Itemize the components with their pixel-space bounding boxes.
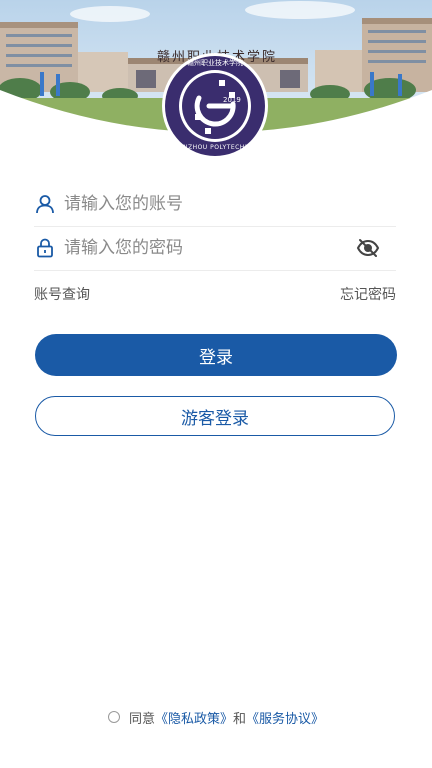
- service-agreement-link[interactable]: 《服务协议》: [246, 708, 324, 727]
- password-input[interactable]: [64, 233, 354, 263]
- password-field: [34, 226, 396, 271]
- account-field: [34, 182, 396, 227]
- and-label: 和: [233, 711, 247, 727]
- account-links-row: 账号查询 忘记密码: [34, 283, 396, 305]
- user-icon: [34, 193, 56, 215]
- guest-login-button[interactable]: 游客登录: [35, 396, 395, 436]
- agreement-row: 同意 《隐私政策》 和 《服务协议》: [0, 706, 432, 728]
- account-lookup-link[interactable]: 账号查询: [34, 284, 90, 304]
- eye-off-icon[interactable]: [354, 236, 382, 260]
- login-button[interactable]: 登录: [35, 334, 397, 376]
- privacy-policy-link[interactable]: 《隐私政策》: [155, 708, 233, 727]
- agree-radio[interactable]: [107, 711, 120, 723]
- forgot-password-link[interactable]: 忘记密码: [340, 284, 396, 304]
- college-logo: 2019 GANZHOU POLYTECHNIC 赣州职业技术学院: [161, 52, 269, 160]
- lock-icon: [34, 237, 56, 259]
- logo-inner-text: 赣州职业技术学院: [187, 59, 243, 67]
- agree-label: 同意: [128, 711, 155, 727]
- logo-year: 2019: [223, 96, 241, 104]
- account-input[interactable]: [64, 189, 396, 219]
- logo-ring-text: GANZHOU POLYTECHNIC: [173, 144, 257, 151]
